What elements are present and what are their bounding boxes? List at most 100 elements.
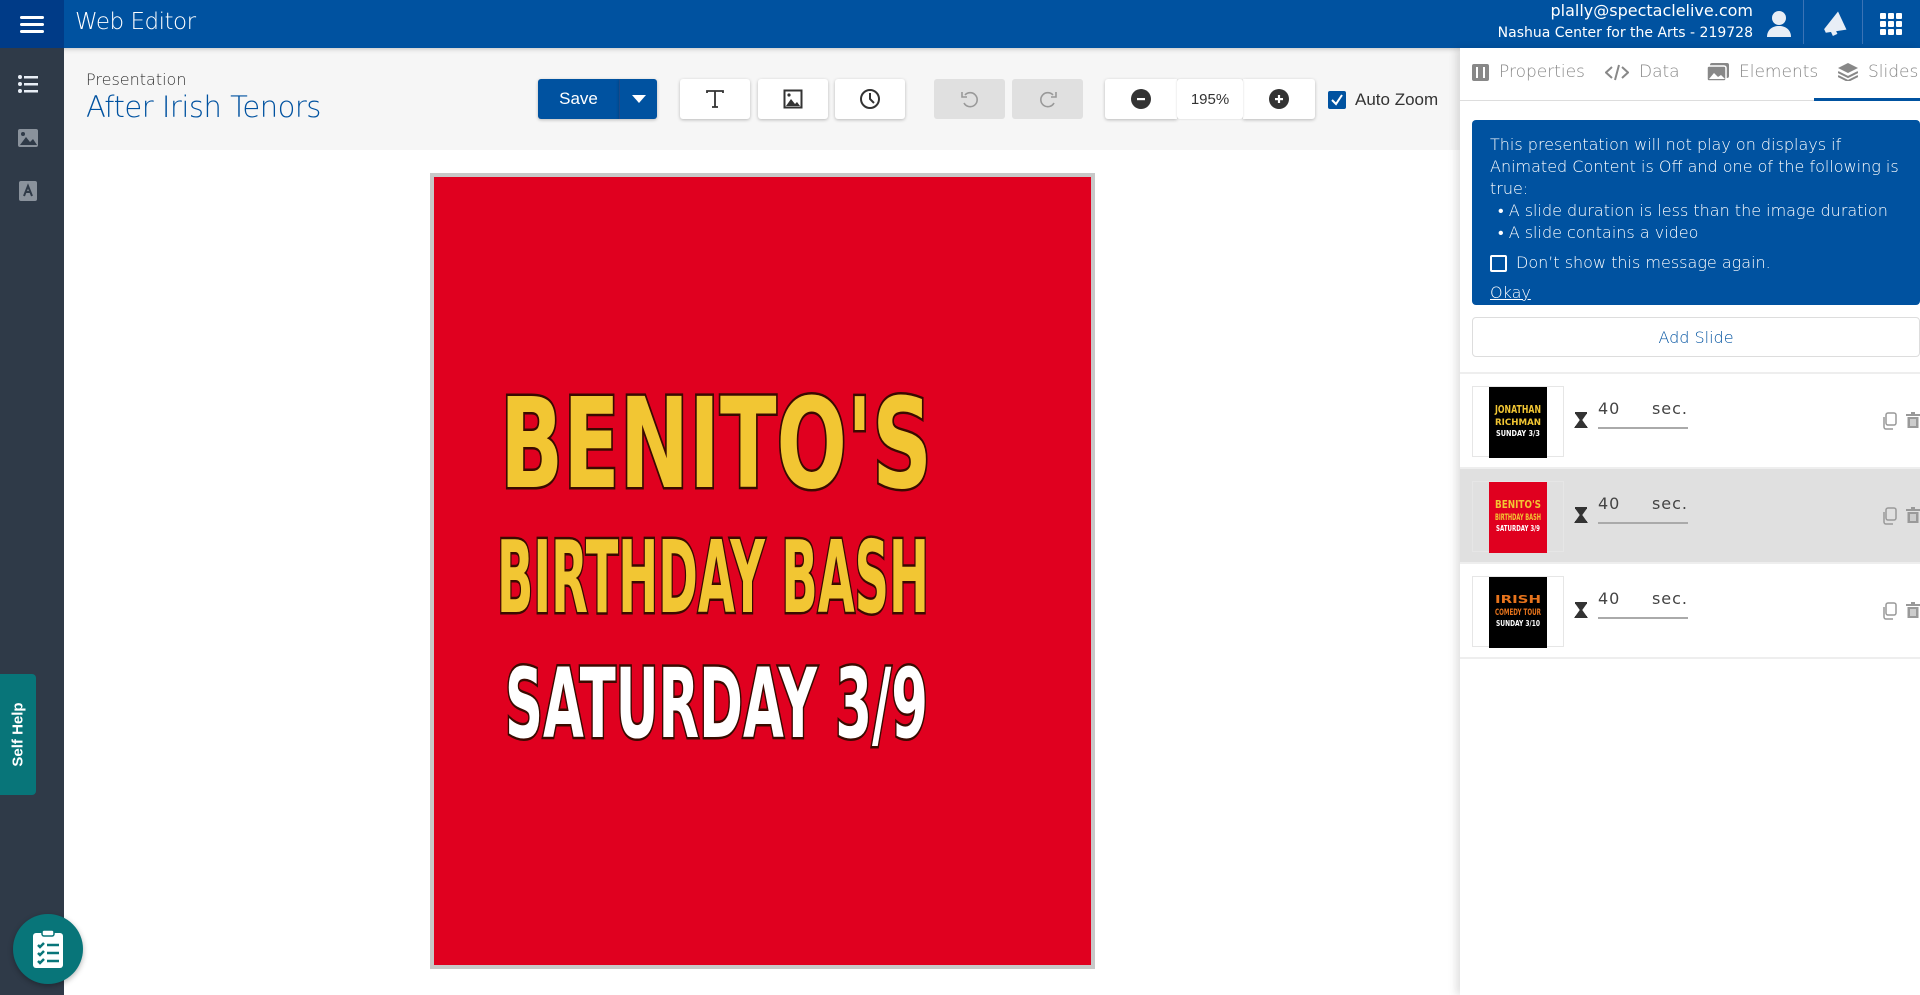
redo-icon <box>1039 91 1057 108</box>
tab-data[interactable]: Data <box>1605 62 1680 82</box>
tab-label: Properties <box>1499 62 1585 82</box>
self-help-tab[interactable]: Self Help <box>0 674 36 795</box>
apps-grid-icon[interactable] <box>1876 0 1906 48</box>
checklist-button[interactable] <box>13 914 83 984</box>
zoom-in-button[interactable] <box>1243 79 1315 119</box>
checkbox-checked-icon <box>1328 91 1346 109</box>
thumbnail-text: BENITO'S <box>1495 498 1541 511</box>
tab-properties[interactable]: Properties <box>1472 62 1585 82</box>
slide-row[interactable]: IRISH COMEDY TOUR SUNDAY 3/10 40 sec. <box>1460 564 1920 659</box>
presentation-label: Presentation <box>86 70 187 89</box>
duration-value[interactable]: 40 <box>1598 589 1620 617</box>
notice-bullet: A slide duration is less than the image … <box>1490 200 1902 222</box>
auto-zoom-label: Auto Zoom <box>1355 90 1439 109</box>
undo-button[interactable] <box>934 79 1005 119</box>
duration-unit: sec. <box>1651 399 1688 418</box>
organization: Nashua Center for the Arts - 219728 <box>1497 25 1753 41</box>
list-icon[interactable] <box>16 72 40 96</box>
template-icon[interactable] <box>16 179 40 203</box>
slide-thumbnail[interactable]: JONATHAN RICHMAN SUNDAY 3/3 <box>1472 386 1564 458</box>
dont-show-label: Don’t show this message again. <box>1516 253 1771 272</box>
plus-circle-icon <box>1269 89 1289 109</box>
duration-value[interactable]: 40 <box>1598 494 1620 522</box>
duration-unit: sec. <box>1651 589 1688 608</box>
save-button[interactable]: Save <box>538 79 619 119</box>
hourglass-icon <box>1574 602 1588 623</box>
trash-icon[interactable] <box>1906 602 1920 624</box>
thumbnail-text: SATURDAY 3/9 <box>1496 524 1540 533</box>
thumbnail-text: SUNDAY 3/10 <box>1496 619 1540 628</box>
trash-icon[interactable] <box>1906 507 1920 529</box>
thumbnail-text: SUNDAY 3/3 <box>1496 429 1540 438</box>
dont-show-checkbox[interactable]: Don’t show this message again. <box>1490 252 1902 274</box>
layers-icon <box>1838 63 1858 81</box>
slide-title-text[interactable]: BENITO'S <box>498 370 935 520</box>
tab-label: Elements <box>1739 62 1819 82</box>
minus-circle-icon <box>1131 89 1151 109</box>
add-text-button[interactable] <box>680 79 750 119</box>
duration-value[interactable]: 40 <box>1598 399 1620 427</box>
tab-slides[interactable]: Slides <box>1838 62 1918 82</box>
slide-canvas[interactable]: BENITO'S BIRTHDAY BASH SATURDAY 3/9 <box>430 173 1095 969</box>
caret-down-icon <box>631 95 646 103</box>
add-image-button[interactable] <box>758 79 828 119</box>
redo-button[interactable] <box>1012 79 1083 119</box>
hourglass-icon <box>1574 412 1588 433</box>
duration-input[interactable]: 40 sec. <box>1598 399 1688 429</box>
zoom-out-button[interactable] <box>1105 79 1177 119</box>
undo-icon <box>960 91 978 108</box>
auto-zoom-checkbox[interactable]: Auto Zoom <box>1328 90 1438 110</box>
notice-text: This presentation will not play on displ… <box>1490 135 1899 198</box>
clock-icon <box>860 89 880 109</box>
right-panel: Properties Data Elements Slides This pre… <box>1460 48 1920 995</box>
duplicate-icon[interactable] <box>1881 507 1897 530</box>
save-dropdown-button[interactable] <box>619 79 657 119</box>
presentation-name[interactable]: After Irish Tenors <box>86 90 321 124</box>
megaphone-icon[interactable] <box>1815 0 1855 48</box>
sidebar <box>0 48 64 995</box>
active-tab-indicator <box>1814 98 1920 101</box>
duplicate-icon[interactable] <box>1881 602 1897 625</box>
slide-thumbnail[interactable]: IRISH COMEDY TOUR SUNDAY 3/10 <box>1472 576 1564 648</box>
tab-elements[interactable]: Elements <box>1707 62 1818 82</box>
checkbox-icon <box>1490 254 1507 272</box>
add-slide-button[interactable]: Add Slide <box>1472 317 1920 357</box>
hourglass-icon <box>1574 507 1588 528</box>
trash-icon[interactable] <box>1906 412 1920 434</box>
thumbnail-text: RICHMAN <box>1495 418 1541 428</box>
thumbnail-text: COMEDY TOUR <box>1495 608 1541 618</box>
text-icon <box>706 90 724 108</box>
top-bar: Web Editor plally@spectaclelive.com Nash… <box>0 0 1920 48</box>
images-icon <box>1707 63 1729 81</box>
thumbnail-text: JONATHAN <box>1494 403 1541 416</box>
user-icon[interactable] <box>1764 0 1794 48</box>
image-icon <box>783 89 803 109</box>
menu-icon[interactable] <box>0 0 64 48</box>
user-email: plally@spectaclelive.com <box>1550 1 1753 20</box>
duration-input[interactable]: 40 sec. <box>1598 589 1688 619</box>
code-icon <box>1605 64 1629 80</box>
duplicate-icon[interactable] <box>1881 412 1897 435</box>
thumbnail-text: BIRTHDAY BASH <box>1495 513 1541 523</box>
image-icon[interactable] <box>16 126 40 150</box>
clipboard-icon <box>33 929 63 968</box>
panel-tabs: Properties Data Elements Slides <box>1460 48 1920 101</box>
sliders-icon <box>1472 63 1489 81</box>
self-help-label: Self Help <box>9 702 27 767</box>
animated-content-notice: This presentation will not play on displ… <box>1472 120 1920 305</box>
app-title: Web Editor <box>75 9 196 35</box>
tab-label: Slides <box>1868 62 1919 82</box>
okay-link[interactable]: Okay <box>1490 282 1531 304</box>
zoom-level[interactable]: 195% <box>1177 79 1243 119</box>
slide-thumbnail[interactable]: BENITO'S BIRTHDAY BASH SATURDAY 3/9 <box>1472 481 1564 553</box>
tab-label: Data <box>1639 62 1680 82</box>
duration-input[interactable]: 40 sec. <box>1598 494 1688 524</box>
slide-date-text[interactable]: SATURDAY 3/9 <box>503 646 931 763</box>
thumbnail-text: IRISH <box>1495 593 1541 606</box>
user-info[interactable]: plally@spectaclelive.com Nashua Center f… <box>1498 1 1753 43</box>
add-clock-button[interactable] <box>835 79 905 119</box>
notice-bullet: A slide contains a video <box>1490 222 1902 244</box>
slide-row[interactable]: BENITO'S BIRTHDAY BASH SATURDAY 3/9 40 se… <box>1460 469 1920 564</box>
slide-subtitle-text[interactable]: BIRTHDAY BASH <box>495 517 932 639</box>
slide-row[interactable]: JONATHAN RICHMAN SUNDAY 3/3 40 sec. <box>1460 374 1920 469</box>
